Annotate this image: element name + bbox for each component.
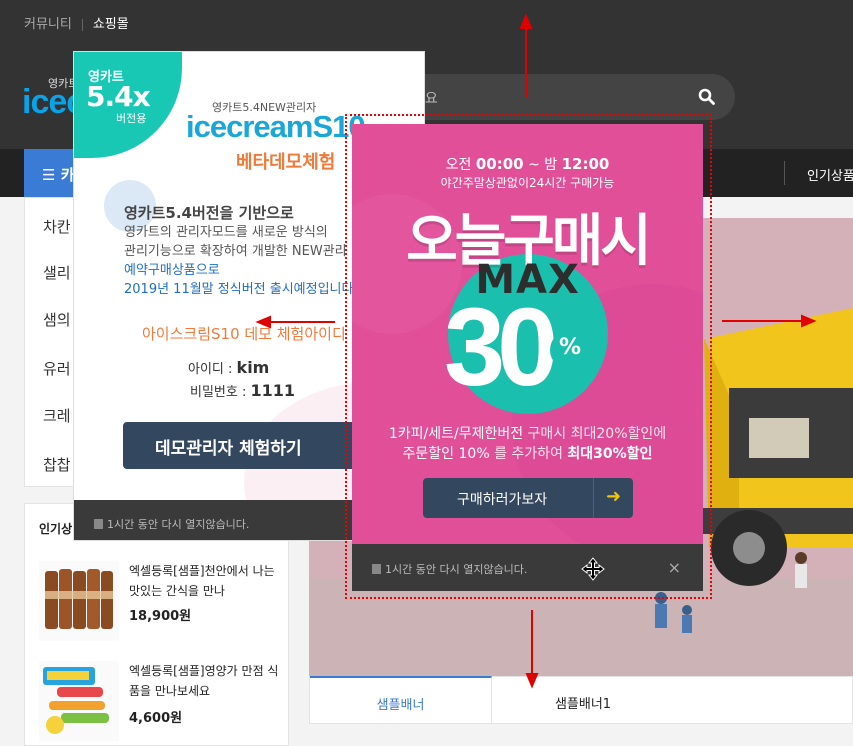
menu-icon: ☰	[42, 166, 56, 184]
dont-show-checkbox[interactable]: 1시간 동안 다시 열지않습니다.	[372, 563, 527, 576]
popup1-brand: icecreamS10	[186, 109, 366, 144]
demo-admin-button-label: 데모관리자 체험하기	[155, 439, 302, 459]
sidebar-item[interactable]: 크레	[43, 405, 71, 426]
sale-subline: 야간주말상관없이24시간 구매가능	[440, 176, 615, 190]
buy-now-button[interactable]: 구매하러가보자 ➜	[423, 478, 633, 518]
popup2-footer: 1시간 동안 다시 열지않습니다. ×	[352, 544, 703, 591]
banner-tab-active[interactable]: 샘플배너	[310, 676, 492, 724]
time-mid: ~ 밤	[528, 157, 558, 173]
demo-id-label: 아이디 :	[188, 362, 233, 377]
time-prefix: 오전	[445, 157, 472, 173]
sale-popup: 오전 00:00 ~ 밤 12:00 야간주말상관없이24시간 구매가능 오늘구…	[352, 124, 703, 591]
product-price: 4,600원	[129, 711, 183, 726]
product-name[interactable]: 엑셀등록[샘플]천안에서 나는 맛있는 간식을 만나	[129, 561, 279, 601]
sidebar-item[interactable]: 차칸	[43, 216, 71, 237]
popup1-desc-lead: 영카트5.4버전을 기반으로	[124, 204, 294, 222]
popup1-brand-sub: 베타데모체험	[236, 152, 336, 173]
demo-id-value: kim	[236, 358, 270, 377]
sidebar-item[interactable]: 유러	[43, 358, 71, 379]
demo-pw-row: 비밀번호 : 1111	[190, 381, 295, 400]
top-link-divider	[81, 18, 83, 31]
top-bar: 커뮤니티 쇼핑몰	[0, 0, 853, 45]
sidebar-item[interactable]: 샘의	[43, 309, 71, 330]
checkbox-icon[interactable]	[372, 564, 381, 574]
search-box[interactable]: 세요	[392, 74, 735, 120]
close-icon[interactable]: ×	[668, 558, 681, 577]
product-price: 18,900원	[129, 609, 192, 624]
sidebar-item[interactable]: 샐리	[43, 262, 71, 283]
info-line2-c: 최대30%할인	[567, 446, 653, 462]
nav-popular-link[interactable]: 인기상품	[807, 165, 853, 184]
discount-value: 30	[444, 286, 558, 409]
info-line1-b: 구매시 최대20%할인에	[527, 426, 667, 442]
version-badge-line2: 5.4x	[86, 80, 151, 113]
popup1-desc-line: 영카트의 관리자모드를 새로운 방식의	[124, 225, 328, 240]
banner-tab[interactable]: 샘플배너1	[492, 677, 674, 723]
info-line2-b: 를 추가하여	[494, 446, 563, 462]
sale-time-range: 오전 00:00 ~ 밤 12:00	[352, 154, 703, 174]
nav-divider	[784, 161, 785, 185]
popup1-desc-line: 관리기능으로 확장하여 개발한 NEW관리	[124, 244, 347, 259]
time-end: 12:00	[561, 155, 610, 173]
top-links: 커뮤니티 쇼핑몰	[24, 13, 129, 32]
dont-show-label[interactable]: 1시간 동안 다시 열지않습니다.	[385, 563, 527, 576]
product-thumbnail[interactable]	[39, 561, 119, 641]
sale-info: 1카피/세트/무제한버전 구매시 최대20%할인에 주문할인 10% 를 추가하…	[352, 424, 703, 464]
demo-pw-value: 1111	[250, 381, 296, 400]
time-start: 00:00	[475, 155, 524, 173]
popup1-desc-line: 2019년 11월말 정식버전 출시예정입니다	[124, 282, 354, 297]
sidebar-item[interactable]: 찹찹	[43, 454, 71, 475]
search-icon[interactable]	[698, 88, 715, 109]
checkbox-icon[interactable]	[94, 519, 103, 529]
demo-pw-label: 비밀번호 :	[190, 385, 247, 400]
dont-show-checkbox[interactable]: 1시간 동안 다시 열지않습니다.	[94, 518, 249, 531]
percent-sign: %	[550, 330, 590, 370]
popup1-demo-label: 아이스크림S10 데모 체험아이디	[142, 325, 346, 343]
banner-tabs: 샘플배너 샘플배너1	[309, 676, 853, 724]
community-link[interactable]: 커뮤니티	[24, 13, 72, 32]
dont-show-label[interactable]: 1시간 동안 다시 열지않습니다.	[107, 518, 249, 531]
product-name[interactable]: 엑셀등록[샘플]영양가 만점 식품을 만나보세요	[129, 661, 279, 701]
buy-now-label: 구매하러가보자	[457, 492, 548, 508]
info-line1-a: 1카피/세트/무제한버전	[388, 426, 524, 442]
arrow-right-icon: ➜	[593, 478, 633, 518]
popup1-description: 영카트5.4버전을 기반으로 영카트의 관리자모드를 새로운 방식의 관리기능으…	[124, 204, 353, 299]
product-thumbnail[interactable]	[39, 661, 119, 741]
version-badge-line3: 버전용	[116, 112, 147, 125]
popup1-desc-line: 예약구매상품으로	[124, 263, 220, 278]
popular-products-title: 인기상	[39, 522, 73, 536]
demo-id-row: 아이디 : kim	[188, 358, 269, 377]
info-line2-a: 주문할인 10%	[402, 446, 490, 462]
shopping-link[interactable]: 쇼핑몰	[93, 13, 129, 32]
